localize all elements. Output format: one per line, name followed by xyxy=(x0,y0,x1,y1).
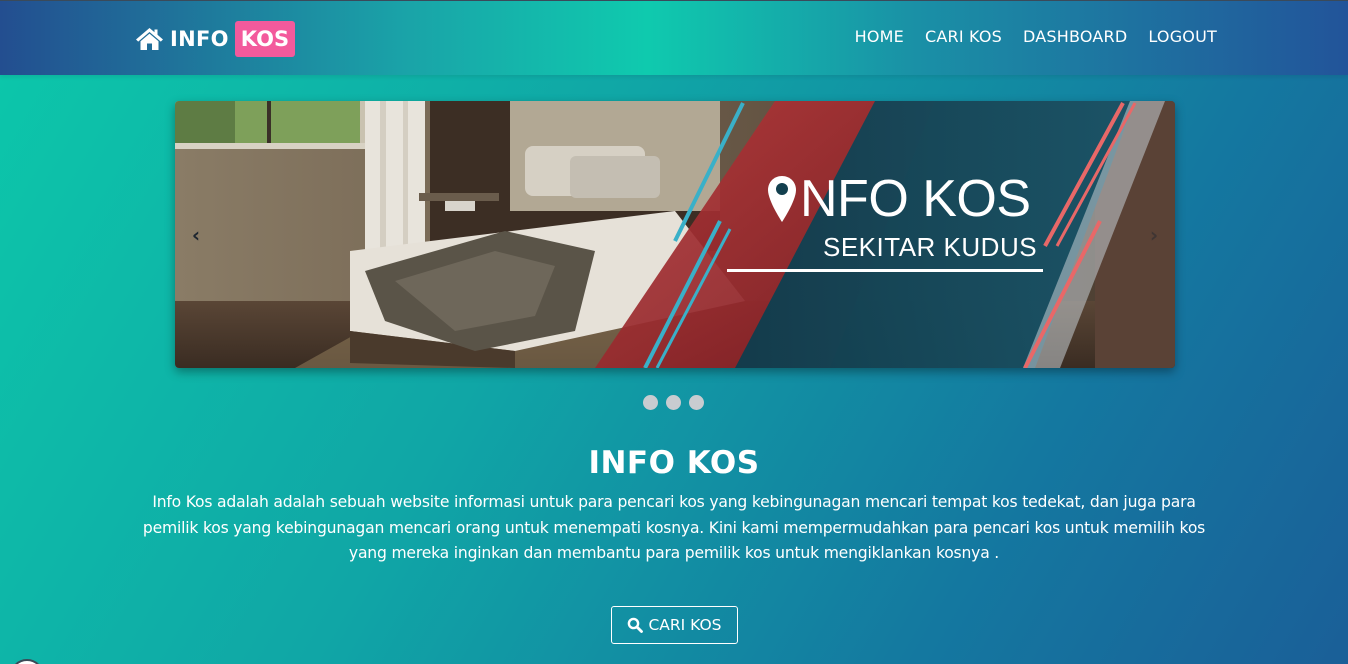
main-nav: HOME CARI KOS DASHBOARD LOGOUT xyxy=(855,27,1217,46)
map-pin-icon xyxy=(768,176,796,222)
carousel-indicators xyxy=(643,395,704,410)
carousel-prev-button[interactable]: ‹ xyxy=(184,223,208,247)
nav-cari-kos[interactable]: CARI KOS xyxy=(925,27,1002,46)
carousel-indicator-1[interactable] xyxy=(643,395,658,410)
carousel-indicator-3[interactable] xyxy=(689,395,704,410)
nav-dashboard[interactable]: DASHBOARD xyxy=(1023,27,1127,46)
cari-kos-button[interactable]: CARI KOS xyxy=(611,606,738,644)
brand-logo[interactable]: INFO KOS xyxy=(135,20,296,58)
carousel-indicator-2[interactable] xyxy=(666,395,681,410)
search-icon xyxy=(628,617,644,633)
cari-kos-button-label: CARI KOS xyxy=(648,616,722,634)
intro-description: Info Kos adalah adalah sebuah website in… xyxy=(142,493,1206,562)
nav-home[interactable]: HOME xyxy=(855,27,904,46)
carousel-next-button[interactable]: › xyxy=(1142,223,1166,247)
slide-title: NFO KOS xyxy=(800,170,1031,228)
nav-logout[interactable]: LOGOUT xyxy=(1148,27,1217,46)
slide-divider xyxy=(727,269,1043,272)
page-title: INFO KOS xyxy=(588,445,760,481)
brand-badge: KOS xyxy=(234,21,296,57)
navbar: INFO KOS HOME CARI KOS DASHBOARD LOGOUT xyxy=(0,0,1348,75)
chat-widget-icon[interactable] xyxy=(10,659,44,664)
home-icon xyxy=(136,28,163,50)
brand-text: INFO xyxy=(170,27,229,51)
banner-carousel: NFO KOS SEKITAR KUDUS ‹ › xyxy=(175,101,1175,368)
slide-subtitle: SEKITAR KUDUS xyxy=(823,232,1038,262)
